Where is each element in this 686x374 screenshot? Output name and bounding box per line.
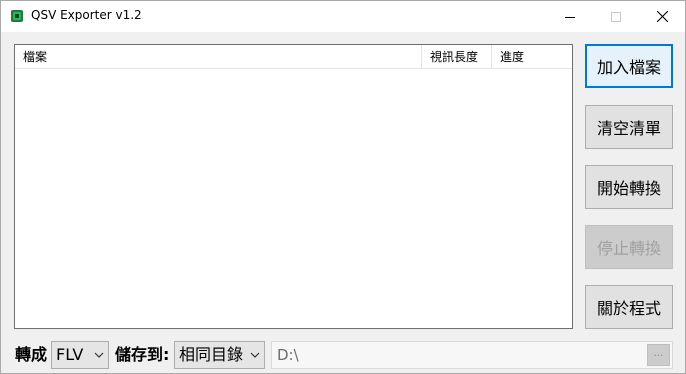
save-to-label: 儲存到:: [115, 345, 170, 364]
format-select[interactable]: FLV: [51, 341, 109, 369]
maximize-icon: [611, 11, 621, 22]
stop-convert-button: 停止轉換: [585, 225, 673, 269]
column-header-file[interactable]: 檔案: [15, 45, 422, 69]
add-files-button[interactable]: 加入檔案: [585, 44, 673, 88]
format-select-value: FLV: [56, 345, 84, 364]
close-button[interactable]: [639, 1, 685, 32]
convert-to-label: 轉成: [15, 345, 48, 364]
close-icon: [656, 11, 668, 22]
file-list-header: 檔案 視訊長度 進度: [15, 45, 572, 69]
destination-select[interactable]: 相同目錄: [174, 341, 265, 369]
minimize-icon: [565, 16, 575, 18]
minimize-button[interactable]: [547, 1, 593, 32]
destination-select-value: 相同目錄: [179, 345, 244, 364]
about-button[interactable]: 關於程式: [585, 285, 673, 329]
browse-button: ...: [647, 344, 670, 366]
qsv-app-icon: [11, 10, 23, 22]
title-bar[interactable]: QSV Exporter v1.2: [1, 1, 685, 32]
column-header-progress[interactable]: 進度: [492, 45, 572, 69]
clear-list-button[interactable]: 清空清單: [585, 105, 673, 149]
column-header-duration[interactable]: 視訊長度: [422, 45, 492, 69]
start-convert-button[interactable]: 開始轉換: [585, 165, 673, 209]
chevron-down-icon: [94, 352, 104, 358]
window-title: QSV Exporter v1.2: [31, 8, 142, 22]
output-path-field: D:\: [271, 341, 673, 369]
output-path-value: D:\: [277, 346, 299, 364]
app-window: QSV Exporter v1.2 檔案 視訊長度 進度 加入檔案 清空清單 開…: [0, 0, 686, 374]
file-list[interactable]: 檔案 視訊長度 進度: [14, 44, 573, 329]
chevron-down-icon: [250, 352, 260, 358]
maximize-button: [593, 1, 639, 32]
